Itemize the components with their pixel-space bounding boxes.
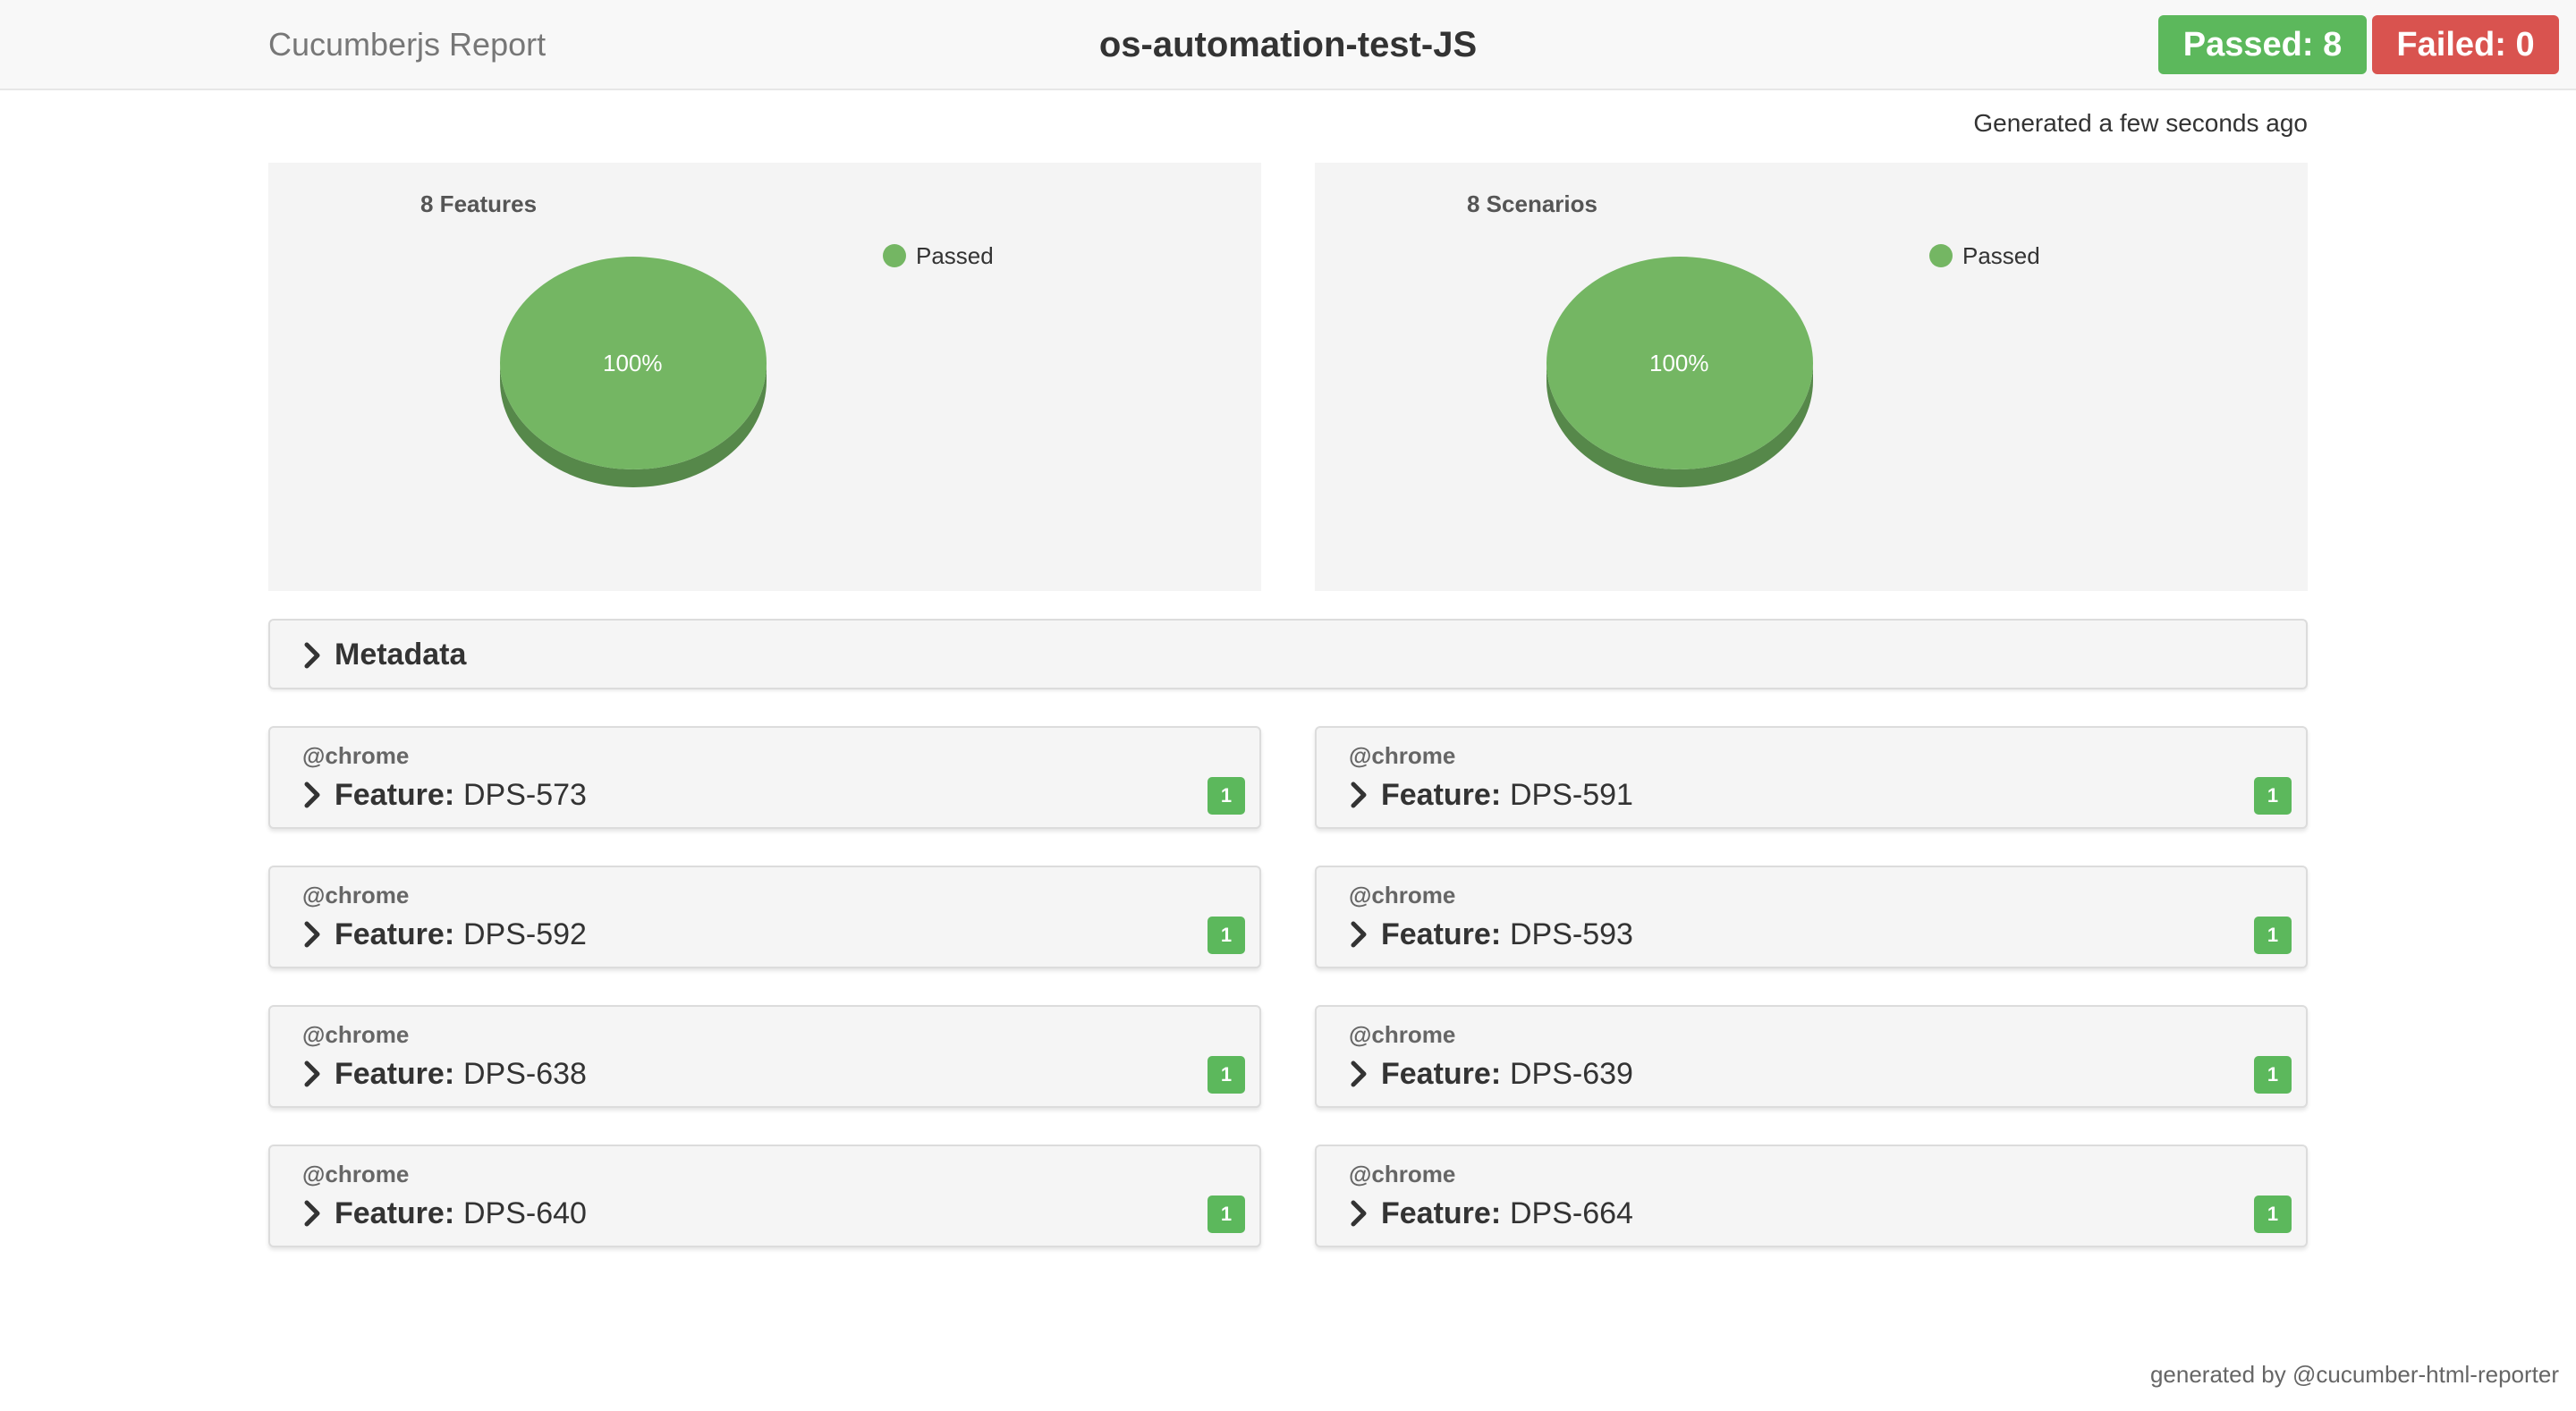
scenario-count-badge: 1 [1208,1196,1245,1233]
feature-name: DPS-573 [463,778,587,812]
chevron-right-icon [304,1060,320,1087]
feature-tag: @chrome [1349,882,1456,908]
feature-tag: @chrome [1349,742,1456,769]
feature-name: DPS-664 [1510,1196,1633,1230]
scenario-count-badge: 1 [1208,777,1245,815]
footer-credit: generated by @cucumber-html-reporter [2149,1361,2559,1388]
feature-keyword: Feature: [1381,1057,1502,1091]
feature-keyword: Feature: [335,778,455,812]
chevron-right-icon [1351,921,1367,948]
chevron-right-icon [1351,1060,1367,1087]
feature-card[interactable]: @chrome Feature: DPS-638 1 [268,1005,1261,1108]
scenarios-chart-panel: 8 Scenarios 100% Passed [1315,163,2308,591]
feature-keyword: Feature: [335,917,455,951]
feature-keyword: Feature: [1381,917,1502,951]
feature-name: DPS-640 [463,1196,587,1230]
feature-card[interactable]: @chrome Feature: DPS-573 1 [268,726,1261,829]
chevron-right-icon [1351,1200,1367,1227]
brand-title[interactable]: Cucumberjs Report [268,0,546,89]
feature-tag: @chrome [1349,1021,1456,1048]
scenario-count-badge: 1 [1208,917,1245,954]
scenario-count-badge: 1 [2254,917,2292,954]
legend-marker [1929,244,1953,267]
features-chart-panel: 8 Features 100% Passed [268,163,1261,591]
chevron-right-icon [304,1200,320,1227]
scenario-count-badge: 1 [1208,1056,1245,1094]
feature-keyword: Feature: [335,1057,455,1091]
chevron-right-icon [304,921,320,948]
feature-card[interactable]: @chrome Feature: DPS-640 1 [268,1145,1261,1247]
feature-name: DPS-638 [463,1057,587,1091]
chevron-right-icon [1351,782,1367,808]
failed-count-badge: Failed: 0 [2372,15,2559,74]
feature-card[interactable]: @chrome Feature: DPS-593 1 [1315,866,2308,968]
feature-tag: @chrome [302,1021,410,1048]
generated-timestamp: Generated a few seconds ago [1973,109,2308,137]
metadata-label: Metadata [335,638,467,672]
legend-label[interactable]: Passed [1962,242,2040,269]
feature-tag: @chrome [302,742,410,769]
pie-slice-label: 100% [1649,350,1709,376]
scenario-count-badge: 1 [2254,1056,2292,1094]
legend-marker [883,244,906,267]
features-pie-chart: 8 Features 100% Passed [420,190,994,487]
feature-name: DPS-639 [1510,1057,1633,1091]
feature-tag: @chrome [302,882,410,908]
scenario-count-badge: 1 [2254,777,2292,815]
chevron-right-icon [304,642,320,669]
metadata-panel[interactable]: Metadata [268,619,2308,689]
feature-card[interactable]: @chrome Feature: DPS-664 1 [1315,1145,2308,1247]
feature-keyword: Feature: [1381,1196,1502,1230]
scenarios-pie-chart: 8 Scenarios 100% Passed [1467,190,2040,487]
scenario-count-badge: 1 [2254,1196,2292,1233]
chart-title: 8 Features [420,190,537,217]
feature-tag: @chrome [302,1161,410,1187]
feature-name: DPS-592 [463,917,587,951]
feature-name: DPS-591 [1510,778,1633,812]
feature-keyword: Feature: [1381,778,1502,812]
pie-slice-label: 100% [603,350,663,376]
legend-label[interactable]: Passed [916,242,994,269]
feature-card[interactable]: @chrome Feature: DPS-592 1 [268,866,1261,968]
chart-title: 8 Scenarios [1467,190,1597,217]
feature-keyword: Feature: [335,1196,455,1230]
passed-count-badge: Passed: 8 [2158,15,2367,74]
navbar: os-automation-test-JS Cucumberjs Report … [0,0,2576,90]
feature-card[interactable]: @chrome Feature: DPS-639 1 [1315,1005,2308,1108]
feature-card[interactable]: @chrome Feature: DPS-591 1 [1315,726,2308,829]
feature-tag: @chrome [1349,1161,1456,1187]
chevron-right-icon [304,782,320,808]
feature-name: DPS-593 [1510,917,1633,951]
